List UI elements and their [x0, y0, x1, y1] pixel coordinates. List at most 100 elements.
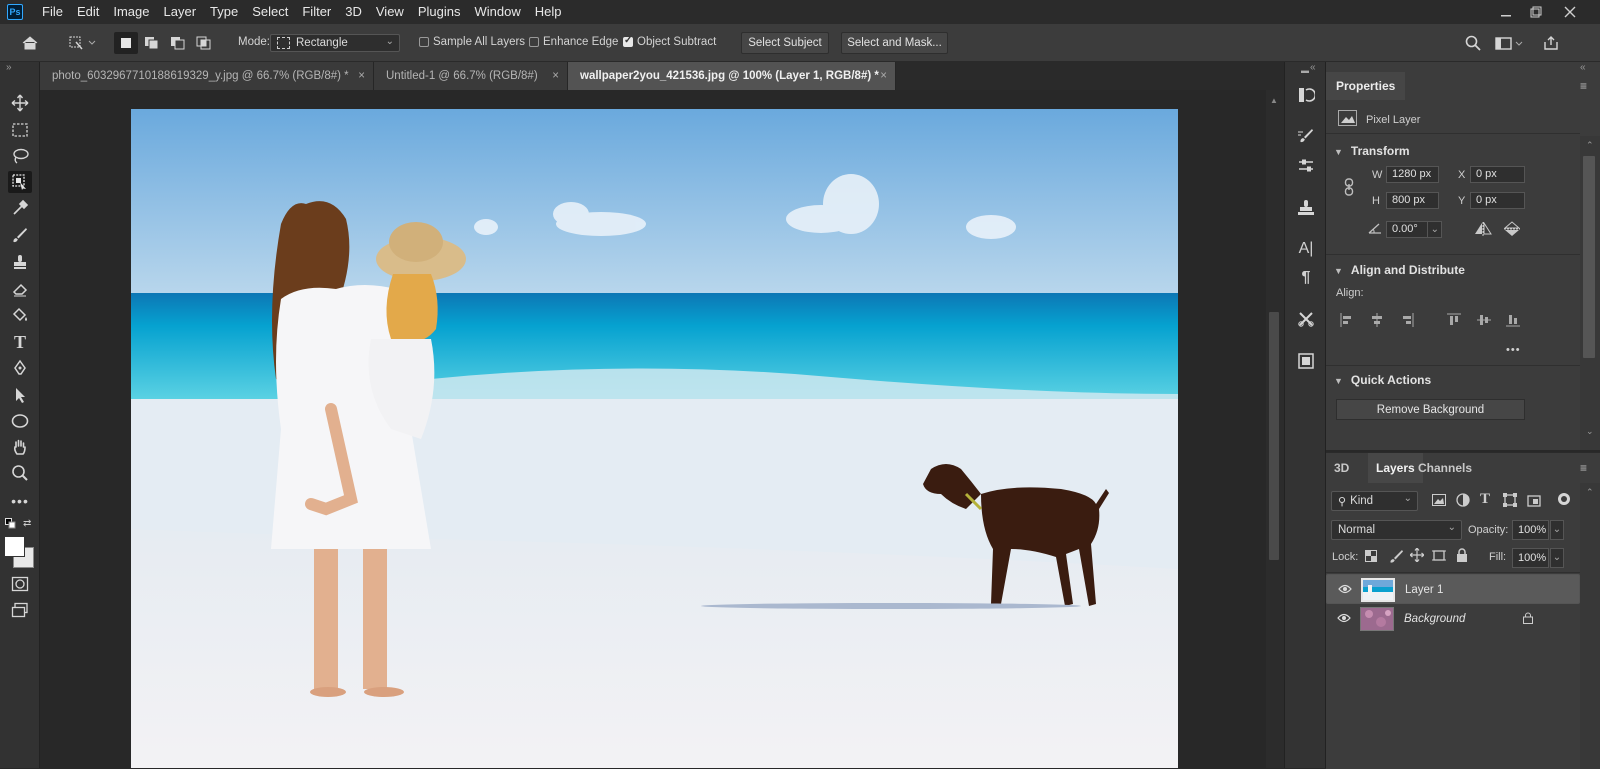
default-colors-icon[interactable] — [5, 518, 17, 533]
tab-channels[interactable]: Channels — [1418, 453, 1472, 483]
subtract-from-selection-icon[interactable] — [166, 32, 190, 54]
path-selection-tool-icon[interactable] — [8, 384, 32, 406]
angle-field[interactable]: 0.00° ⌄ — [1386, 221, 1442, 238]
menu-filter[interactable]: Filter — [295, 0, 338, 24]
filter-adjustment-icon[interactable] — [1456, 493, 1470, 510]
opacity-field[interactable]: 100% — [1512, 520, 1549, 540]
width-field[interactable]: 1280 px — [1386, 166, 1439, 183]
lock-position-icon[interactable] — [1409, 547, 1425, 565]
vertical-scrollbar[interactable]: ▲ — [1266, 90, 1284, 768]
close-tab-icon[interactable]: × — [358, 70, 365, 82]
paint-bucket-tool-icon[interactable] — [8, 304, 32, 326]
link-icon[interactable] — [1344, 178, 1354, 199]
filter-kind-select[interactable]: ⚲ Kind ⌄ — [1331, 491, 1418, 511]
zoom-tool-icon[interactable] — [8, 462, 32, 484]
fill-dropdown-icon[interactable]: ⌄ — [1550, 548, 1564, 568]
object-subtract-checkbox[interactable] — [623, 35, 633, 47]
scroll-down-icon[interactable]: ⌄ — [1586, 426, 1594, 437]
enhance-edge-checkbox[interactable] — [529, 37, 539, 47]
align-section-header[interactable]: ▼ Align and Distribute — [1334, 263, 1465, 277]
flip-vertical-icon[interactable] — [1503, 221, 1521, 240]
lock-icon[interactable] — [1523, 612, 1533, 627]
foreground-color-swatch[interactable] — [4, 536, 25, 557]
align-top-icon[interactable] — [1446, 312, 1462, 328]
tab-wallpaper-document[interactable]: wallpaper2you_421536.jpg @ 100% (Layer 1… — [568, 62, 896, 90]
sample-all-layers-checkbox[interactable] — [419, 37, 429, 47]
select-subject-button[interactable]: Select Subject — [741, 32, 829, 54]
layers-scrollbar[interactable]: ⌃ — [1580, 483, 1600, 769]
tab-photo-document[interactable]: photo_6032967710188619329_y.jpg @ 66.7% … — [40, 62, 374, 90]
quick-actions-section-header[interactable]: ▼ Quick Actions — [1334, 373, 1431, 387]
clone-source-icon[interactable] — [1294, 197, 1318, 219]
properties-scrollbar[interactable]: ⌃ ⌄ — [1580, 136, 1600, 450]
more-options-icon[interactable]: ••• — [1506, 344, 1521, 356]
tool-presets-icon[interactable] — [1294, 308, 1318, 330]
lasso-tool-icon[interactable] — [8, 145, 32, 167]
visibility-eye-icon[interactable] — [1337, 612, 1351, 626]
libraries-icon[interactable] — [1294, 350, 1318, 372]
x-field[interactable]: 0 px — [1470, 166, 1525, 183]
opacity-dropdown-icon[interactable]: ⌄ — [1550, 520, 1564, 540]
menu-plugins[interactable]: Plugins — [411, 0, 468, 24]
search-icon[interactable] — [1462, 32, 1484, 54]
flip-horizontal-icon[interactable] — [1474, 221, 1492, 239]
panel-menu-icon[interactable]: ≡ — [1580, 461, 1587, 475]
scroll-up-icon[interactable]: ⌃ — [1586, 487, 1594, 498]
tool-preset-picker[interactable] — [62, 32, 102, 54]
menu-select[interactable]: Select — [245, 0, 295, 24]
scroll-up-icon[interactable]: ⌃ — [1586, 140, 1594, 151]
filter-type-icon[interactable]: T — [1480, 491, 1490, 508]
filter-shape-icon[interactable] — [1503, 493, 1517, 510]
character-icon[interactable]: A| — [1294, 238, 1318, 260]
add-to-selection-icon[interactable] — [140, 32, 164, 54]
align-vertical-center-icon[interactable] — [1476, 312, 1492, 328]
type-tool-icon[interactable]: T — [8, 331, 32, 353]
pen-tool-icon[interactable] — [8, 357, 32, 379]
adjustments-icon[interactable] — [1294, 155, 1318, 177]
panel-menu-icon[interactable]: ≡ — [1580, 79, 1587, 93]
remove-background-button[interactable]: Remove Background — [1336, 399, 1525, 420]
lock-all-icon[interactable] — [1456, 548, 1468, 565]
eraser-tool-icon[interactable] — [8, 278, 32, 300]
select-and-mask-button[interactable]: Select and Mask... — [841, 32, 948, 54]
scrollbar-thumb[interactable] — [1269, 312, 1279, 560]
lock-image-pixels-icon[interactable] — [1389, 549, 1403, 566]
close-tab-icon[interactable]: × — [880, 70, 887, 82]
mode-select[interactable]: Rectangle ⌄ — [270, 34, 400, 52]
intersect-selection-icon[interactable] — [192, 32, 216, 54]
move-tool-icon[interactable] — [8, 92, 32, 114]
new-selection-icon[interactable] — [114, 32, 138, 54]
menu-help[interactable]: Help — [528, 0, 569, 24]
tab-untitled-1[interactable]: Untitled-1 @ 66.7% (RGB/8#) × — [374, 62, 568, 90]
layer-name[interactable]: Layer 1 — [1405, 584, 1443, 596]
minimize-icon[interactable] — [1490, 0, 1522, 24]
menu-view[interactable]: View — [369, 0, 411, 24]
stamp-tool-icon[interactable] — [8, 251, 32, 273]
align-left-icon[interactable] — [1339, 312, 1355, 328]
tab-properties[interactable]: Properties — [1326, 72, 1406, 100]
menu-type[interactable]: Type — [203, 0, 245, 24]
object-selection-tool-icon[interactable] — [8, 171, 32, 193]
align-bottom-icon[interactable] — [1505, 312, 1521, 328]
layer-row-layer-1[interactable]: Layer 1 — [1326, 574, 1580, 604]
scroll-up-icon[interactable]: ▲ — [1270, 96, 1278, 105]
quick-mask-icon[interactable] — [8, 573, 32, 595]
restore-icon[interactable] — [1520, 0, 1552, 24]
hand-tool-icon[interactable] — [8, 436, 32, 458]
menu-file[interactable]: File — [35, 0, 70, 24]
blend-mode-select[interactable]: Normal ⌄ — [1331, 520, 1462, 540]
eyedropper-tool-icon[interactable] — [8, 197, 32, 219]
brush-tool-icon[interactable] — [8, 224, 32, 246]
close-tab-icon[interactable]: × — [552, 70, 559, 82]
home-icon[interactable] — [18, 32, 42, 54]
screen-mode-icon[interactable] — [8, 599, 32, 621]
marquee-tool-icon[interactable] — [8, 119, 32, 141]
fill-field[interactable]: 100% — [1512, 548, 1549, 568]
paragraph-icon[interactable]: ¶ — [1294, 267, 1318, 289]
swap-colors-icon[interactable]: ⇄ — [23, 518, 31, 529]
history-icon[interactable] — [1294, 84, 1318, 106]
align-right-icon[interactable] — [1399, 312, 1415, 328]
menu-3d[interactable]: 3D — [338, 0, 369, 24]
menu-image[interactable]: Image — [106, 0, 156, 24]
transform-section-header[interactable]: ▼ Transform — [1334, 144, 1410, 158]
